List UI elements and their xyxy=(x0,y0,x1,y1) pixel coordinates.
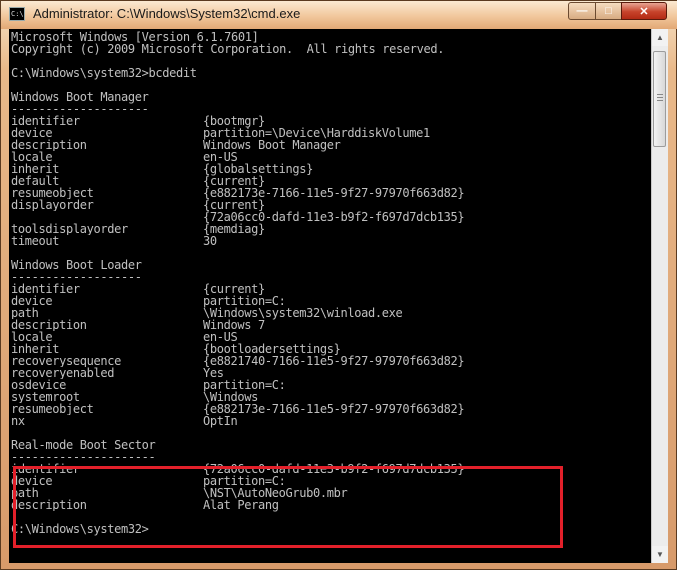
cmd-window: C:\ Administrator: C:\Windows\System32\c… xyxy=(0,0,677,570)
entry-key: osdevice xyxy=(11,379,66,391)
bcd-entry-row: resumeobject {e882173e-7166-11e5-9f27-979… xyxy=(11,402,465,416)
entry-key: device xyxy=(11,295,53,307)
entry-key: identifier xyxy=(11,115,80,127)
header-line-text: Copyright (c) 2009 Microsoft Corporation… xyxy=(11,42,445,56)
title-bar[interactable]: C:\ Administrator: C:\Windows\System32\c… xyxy=(1,1,677,29)
section-underline-text: ------------------- xyxy=(11,270,142,284)
entry-value: {e882173e-7166-11e5-9f27-97970f663d82} xyxy=(203,402,465,416)
entry-key: path xyxy=(11,307,39,319)
entry-key: description xyxy=(11,319,87,331)
entry-key: locale xyxy=(11,331,53,343)
close-button[interactable]: ✕ xyxy=(621,2,667,20)
header-line: C:\Windows\system32>bcdedit xyxy=(11,67,464,79)
grip-icon xyxy=(657,94,663,95)
entry-key: inherit xyxy=(11,343,60,355)
entry-key: systemroot xyxy=(11,391,80,403)
entry-key: nx xyxy=(11,415,25,427)
bcd-entry-row: description Windows 7 xyxy=(11,319,464,331)
entry-key: toolsdisplayorder xyxy=(11,223,128,235)
console-output-area[interactable]: Microsoft Windows [Version 6.1.7601] Copy… xyxy=(9,29,651,563)
entry-key: recoverysequence xyxy=(11,355,121,367)
cmd-app-icon[interactable]: C:\ xyxy=(9,7,25,21)
entry-key xyxy=(11,211,203,223)
bcd-entry-row: timeout 30 xyxy=(11,235,464,247)
maximize-icon: □ xyxy=(605,5,612,17)
entry-key: default xyxy=(11,175,60,187)
scroll-down-arrow-icon[interactable]: ▼ xyxy=(652,546,668,563)
entry-value: {e8821740-7166-11e5-9f27-97970f663d82} xyxy=(203,354,465,368)
entry-key: resumeobject xyxy=(11,187,94,199)
entry-key: recoveryenabled xyxy=(11,367,115,379)
entry-value: 30 xyxy=(203,234,217,248)
scroll-up-arrow-icon[interactable]: ▲ xyxy=(652,29,668,46)
header-line-text: C:\Windows\system32>bcdedit xyxy=(11,66,197,80)
bcd-entry-row: recoverysequence {e8821740-7166-11e5-9f27… xyxy=(11,354,465,368)
entry-key: displayorder xyxy=(11,199,94,211)
section-underline-text: --------------------- xyxy=(11,450,156,464)
bcd-entry-row: toolsdisplayorder {memdiag} xyxy=(11,223,464,235)
entry-key: inherit xyxy=(11,163,60,175)
scrollbar-thumb[interactable] xyxy=(653,51,666,147)
entry-value: OptIn xyxy=(203,414,238,428)
bcd-entry-row: description Windows Boot Manager xyxy=(11,139,464,151)
bcd-entry-row: nx OptIn xyxy=(11,415,464,427)
real-mode-boot-sector-highlight xyxy=(13,466,563,548)
maximize-button[interactable]: □ xyxy=(595,2,622,20)
window-title: Administrator: C:\Windows\System32\cmd.e… xyxy=(33,6,301,21)
section-underline-text: -------------------- xyxy=(11,102,149,116)
close-icon: ✕ xyxy=(639,5,649,18)
entry-key: timeout xyxy=(11,235,60,247)
entry-key: description xyxy=(11,139,87,151)
entry-key: device xyxy=(11,127,53,139)
entry-key: locale xyxy=(11,151,53,163)
console-text: Microsoft Windows [Version 6.1.7601] Copy… xyxy=(11,31,465,535)
entry-key: identifier xyxy=(11,283,80,295)
header-line: Copyright (c) 2009 Microsoft Corporation… xyxy=(11,43,464,55)
minimize-icon: — xyxy=(576,5,588,17)
minimize-button[interactable]: — xyxy=(568,2,596,20)
entry-key: resumeobject xyxy=(11,403,94,415)
vertical-scrollbar[interactable]: ▲ ▼ xyxy=(651,29,668,563)
